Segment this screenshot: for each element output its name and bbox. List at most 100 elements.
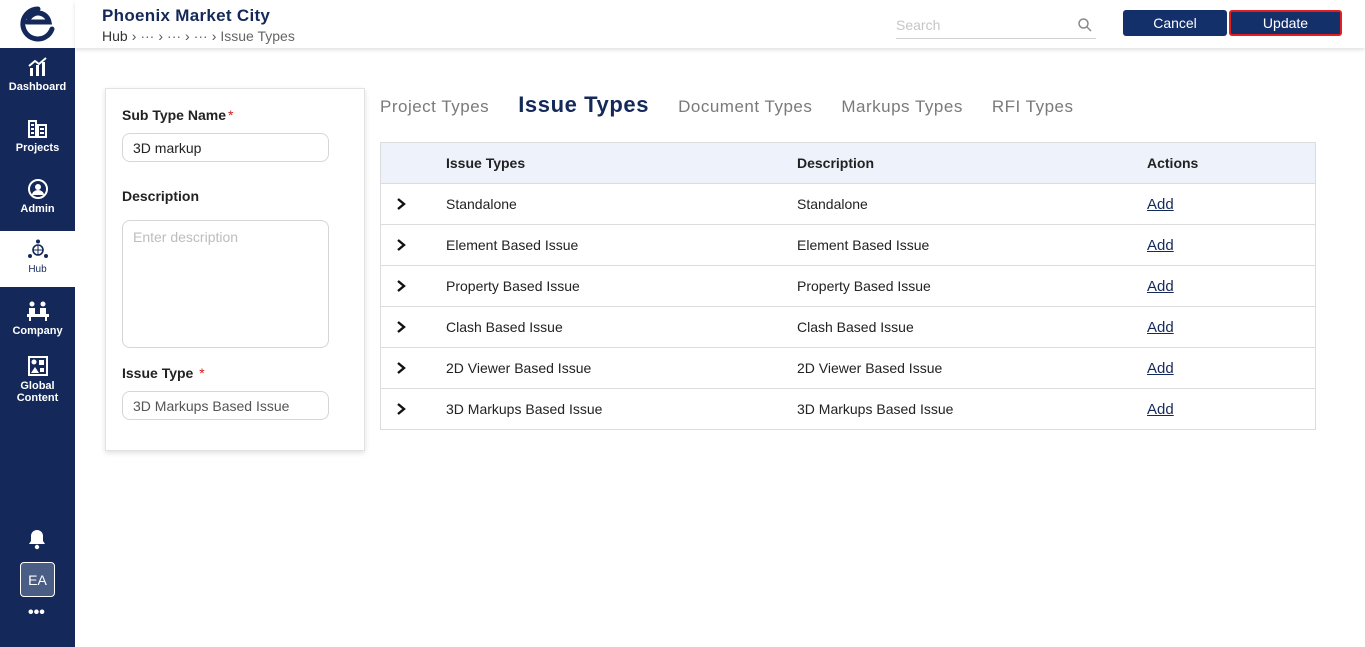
sidebar-item-hub[interactable]: Hub [0,231,75,287]
app-logo[interactable] [0,0,75,48]
actions-cell: Add [1147,319,1315,336]
table-row: Clash Based Issue Clash Based Issue Add [381,307,1315,348]
sidebar-item-label: Admin [20,203,55,215]
breadcrumb-separator: › [211,28,217,44]
sidebar-item-projects[interactable]: Projects [0,109,75,165]
actions-cell: Add [1147,278,1315,295]
expand-row-button[interactable] [381,361,446,375]
tab-markups-types[interactable]: Markups Types [841,97,962,117]
chevron-right-icon [397,198,406,210]
actions-cell: Add [1147,196,1315,213]
breadcrumb-separator: › [131,28,137,44]
subtype-name-label: Sub Type Name * [122,107,233,123]
required-mark: * [228,107,234,123]
breadcrumb-hub[interactable]: Hub [102,28,128,44]
add-link[interactable]: Add [1147,360,1174,377]
breadcrumb-ellipsis[interactable]: ··· [167,28,181,44]
sidebar-item-label: Hub [28,264,47,275]
table-row: Element Based Issue Element Based Issue … [381,225,1315,266]
issue-type-field: 3D Markups Based Issue [122,391,329,420]
issue-type-label: Issue Type * [122,365,205,381]
search-icon[interactable] [1077,17,1093,33]
page-title: Phoenix Market City [102,6,271,25]
actions-cell: Add [1147,237,1315,254]
projects-icon [27,120,47,138]
subtype-name-label-text: Sub Type Name [122,107,226,123]
issue-type-cell: Property Based Issue [446,278,580,294]
table-row: Standalone Standalone Add [381,184,1315,225]
global-content-icon [27,356,48,376]
breadcrumb-ellipsis[interactable]: ··· [140,28,154,44]
sidebar-item-label: Projects [15,142,60,154]
description-cell: 2D Viewer Based Issue [797,360,943,376]
breadcrumb-separator: › [185,28,190,44]
admin-icon [27,179,48,199]
chevron-right-icon [397,280,406,292]
issue-type-cell: Standalone [446,196,517,212]
add-link[interactable]: Add [1147,401,1174,418]
sidebar-item-dashboard[interactable]: Dashboard [0,48,75,104]
sidebar-item-global-content[interactable]: Global Content [0,347,75,409]
actions-cell: Add [1147,401,1315,418]
description-cell: Property Based Issue [797,278,931,294]
expand-row-button[interactable] [381,320,446,334]
breadcrumb-separator: › [158,28,164,44]
search-input[interactable] [896,14,1066,36]
column-header-description: Description [797,155,875,171]
table-row: 3D Markups Based Issue 3D Markups Based … [381,389,1315,430]
add-link[interactable]: Add [1147,196,1174,213]
top-header: Phoenix Market City Hub › ··· › ··· › ··… [75,0,1365,48]
chevron-right-icon [397,403,406,415]
breadcrumb: Hub › ··· › ··· › ··· › Issue Types [102,28,295,44]
expand-row-button[interactable] [381,402,446,416]
cancel-button[interactable]: Cancel [1123,10,1227,36]
add-link[interactable]: Add [1147,278,1174,295]
issue-type-cell: Clash Based Issue [446,319,563,335]
table-header-row: Issue Types Description Actions [381,143,1315,184]
table-row: Property Based Issue Property Based Issu… [381,266,1315,307]
chevron-right-icon [397,321,406,333]
sidebar: Dashboard Projects Admin Hub Company Glo… [0,0,75,647]
tab-project-types[interactable]: Project Types [380,97,489,117]
add-link[interactable]: Add [1147,319,1174,336]
tab-issue-types[interactable]: Issue Types [518,92,649,118]
chevron-right-icon [397,239,406,251]
description-cell: Standalone [797,196,868,212]
issue-type-cell: Element Based Issue [446,237,579,253]
column-header-issue-types: Issue Types [446,155,526,171]
issue-type-label-text: Issue Type [122,365,194,381]
sidebar-item-label: Dashboard [8,81,67,93]
chevron-right-icon [397,362,406,374]
issue-types-table: Issue Types Description Actions Standalo… [380,142,1316,430]
expand-row-button[interactable] [381,197,446,211]
actions-cell: Add [1147,360,1315,377]
description-cell: Element Based Issue [797,237,930,253]
column-header-actions: Actions [1147,155,1199,171]
search-box [896,14,1096,39]
avatar[interactable]: EA [20,562,55,597]
more-icon[interactable]: ••• [28,604,45,622]
expand-row-button[interactable] [381,238,446,252]
tab-document-types[interactable]: Document Types [678,97,812,117]
required-mark: * [199,365,205,381]
breadcrumb-current: Issue Types [220,28,295,44]
tab-rfi-types[interactable]: RFI Types [992,97,1074,117]
sidebar-item-label: Global Content [16,380,59,404]
sidebar-item-label: Company [12,325,63,337]
table-row: 2D Viewer Based Issue 2D Viewer Based Is… [381,348,1315,389]
company-icon [26,301,49,321]
issue-type-cell: 3D Markups Based Issue [446,401,603,417]
update-button[interactable]: Update [1229,10,1342,36]
description-cell: 3D Markups Based Issue [797,401,954,417]
subtype-form-panel: Sub Type Name * 3D markup Description Ent… [105,88,365,451]
expand-row-button[interactable] [381,279,446,293]
sidebar-item-company[interactable]: Company [0,292,75,348]
add-link[interactable]: Add [1147,237,1174,254]
bell-icon[interactable] [27,528,47,550]
dashboard-icon [27,57,47,76]
type-tabs: Project Types Issue Types Document Types… [380,92,1103,118]
sidebar-item-admin[interactable]: Admin [0,170,75,226]
subtype-name-input[interactable]: 3D markup [122,133,329,162]
description-textarea[interactable]: Enter description [122,220,329,348]
breadcrumb-ellipsis[interactable]: ··· [194,28,208,44]
